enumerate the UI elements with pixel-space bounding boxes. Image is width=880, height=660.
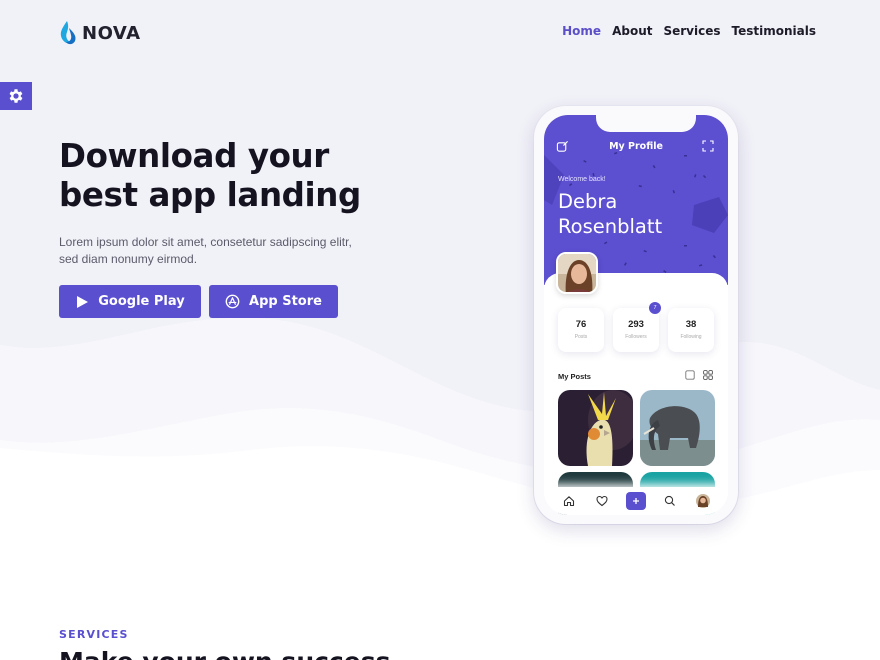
stat-posts-value: 76 xyxy=(575,319,587,330)
welcome-text: Welcome back! xyxy=(558,176,606,183)
profile-tab[interactable] xyxy=(693,491,713,511)
phone-screen: My Profile Welcome back! Debra Rosenblat… xyxy=(544,115,728,515)
services-eyebrow: SERVICES xyxy=(59,628,129,641)
plus-icon xyxy=(625,492,646,510)
brand-logo[interactable]: NOVA xyxy=(58,20,141,46)
home-icon xyxy=(563,496,574,507)
stat-following[interactable]: 38 Following xyxy=(668,308,714,352)
play-icon xyxy=(77,295,89,308)
user-first-name: Debra xyxy=(558,190,618,213)
stat-following-value: 38 xyxy=(685,319,697,330)
store-buttons: Google Play App Store xyxy=(59,285,389,318)
user-last-name: Rosenblatt xyxy=(558,215,663,238)
single-view-icon[interactable] xyxy=(685,370,695,380)
mini-avatar xyxy=(696,494,711,508)
gear-icon xyxy=(9,89,23,103)
services-section: SERVICES Make your own success xyxy=(59,628,390,660)
profile-stats: 76 Posts 7 293 Followers 38 Following xyxy=(558,302,714,352)
stat-posts[interactable]: 76 Posts xyxy=(558,308,604,352)
profile-screen-title: My Profile xyxy=(609,141,663,152)
user-name: Debra Rosenblatt xyxy=(558,189,662,239)
favorites-tab[interactable] xyxy=(592,491,612,511)
stat-posts-label: Posts xyxy=(574,334,588,340)
grid-view-icon[interactable] xyxy=(703,370,713,380)
search-icon xyxy=(664,495,675,506)
search-tab[interactable] xyxy=(660,491,680,511)
user-avatar[interactable] xyxy=(556,252,598,294)
hero-title-line-2: best app landing xyxy=(59,176,361,214)
nav-link-testimonials[interactable]: Testimonials xyxy=(732,24,816,38)
google-play-label: Google Play xyxy=(98,294,185,309)
stat-followers-value: 293 xyxy=(628,319,644,330)
main-nav: Home About Services Testimonials xyxy=(562,24,816,38)
posts-section-title: My Posts xyxy=(558,372,591,381)
post-thumbnail[interactable] xyxy=(558,390,633,466)
app-store-button[interactable]: App Store xyxy=(209,285,338,318)
heart-icon xyxy=(596,495,608,507)
hero-subtitle: Lorem ipsum dolor sit amet, consetetur s… xyxy=(59,235,352,266)
google-play-button[interactable]: Google Play xyxy=(59,285,201,318)
hero-title: Download your best app landing xyxy=(59,137,389,215)
stat-following-label: Following xyxy=(680,334,702,340)
navbar: NOVA Home About Services Testimonials xyxy=(0,0,880,64)
settings-toggle-button[interactable] xyxy=(0,82,32,110)
notification-badge: 7 xyxy=(649,302,661,314)
app-store-label: App Store xyxy=(249,294,322,309)
hero-section: Download your best app landing Lorem ips… xyxy=(59,137,389,318)
phone-bottom-nav xyxy=(544,487,728,515)
stat-followers[interactable]: 7 293 Followers xyxy=(613,302,661,352)
brand-name: NOVA xyxy=(82,22,141,44)
services-title: Make your own success xyxy=(59,647,390,660)
elephant-photo xyxy=(640,390,715,466)
post-thumbnail[interactable] xyxy=(640,390,715,466)
hero-title-line-1: Download your xyxy=(59,137,329,175)
logo-drop-icon xyxy=(60,21,76,45)
phone-mockup: My Profile Welcome back! Debra Rosenblat… xyxy=(534,106,738,524)
add-post-button[interactable] xyxy=(625,491,646,511)
home-tab[interactable] xyxy=(559,491,579,511)
cockatiel-photo xyxy=(558,390,633,466)
nav-link-services[interactable]: Services xyxy=(663,24,720,38)
stat-followers-label: Followers xyxy=(625,334,647,340)
nav-link-home[interactable]: Home xyxy=(562,24,601,38)
nav-link-about[interactable]: About xyxy=(612,24,652,38)
app-store-icon xyxy=(225,294,240,309)
phone-notch xyxy=(596,115,696,132)
view-toggle xyxy=(685,370,713,380)
expand-icon[interactable] xyxy=(702,140,714,152)
avatar-photo xyxy=(558,254,596,292)
